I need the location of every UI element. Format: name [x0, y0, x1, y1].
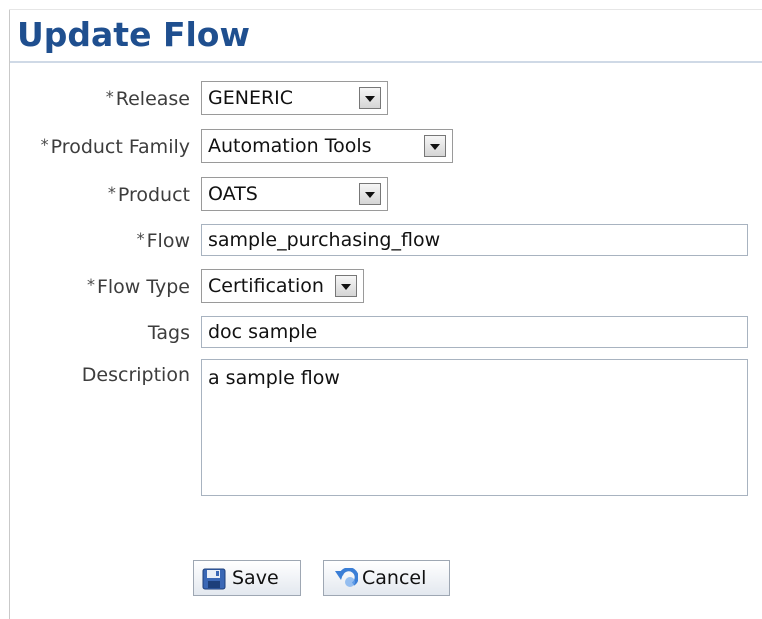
cancel-button-label: Cancel [362, 567, 427, 589]
save-button[interactable]: Save [193, 560, 301, 596]
save-button-label: Save [232, 567, 279, 589]
product-label-text: Product [117, 184, 190, 206]
product-select[interactable]: OATS [201, 177, 388, 211]
dropdown-arrow-icon[interactable] [359, 183, 381, 205]
product-family-select[interactable]: Automation Tools [201, 129, 453, 163]
release-label-text: Release [115, 88, 190, 110]
required-marker: * [40, 135, 49, 154]
page-title: Update Flow [17, 15, 250, 54]
flow-label: * Flow [137, 229, 190, 254]
flow-type-label: * Flow Type [87, 275, 190, 300]
required-marker: * [105, 87, 114, 106]
undo-arrow-icon [332, 567, 359, 589]
flow-type-select[interactable]: Certification [201, 269, 364, 303]
release-select-value: GENERIC [208, 87, 294, 109]
tags-input[interactable]: doc sample [201, 316, 748, 348]
dropdown-arrow-icon[interactable] [424, 135, 446, 157]
product-family-label: * Product Family [41, 135, 190, 160]
release-select[interactable]: GENERIC [201, 81, 388, 115]
product-family-label-text: Product Family [50, 136, 190, 158]
panel-left-border [9, 9, 10, 619]
flow-label-text: Flow [146, 230, 190, 252]
flow-type-select-value: Certification [208, 275, 324, 297]
release-label: * Release [106, 87, 190, 112]
cancel-button[interactable]: Cancel [323, 560, 450, 596]
flow-input[interactable]: sample_purchasing_flow [201, 224, 748, 256]
title-divider [10, 61, 762, 63]
panel-top-border [9, 9, 762, 10]
dropdown-arrow-icon[interactable] [335, 275, 357, 297]
description-label: Description [81, 364, 190, 386]
floppy-disk-icon [202, 567, 226, 590]
product-label: * Product [108, 183, 190, 208]
required-marker: * [136, 229, 145, 248]
product-select-value: OATS [208, 183, 258, 205]
product-family-select-value: Automation Tools [208, 135, 372, 157]
required-marker: * [86, 275, 95, 294]
description-textarea[interactable]: a sample flow [201, 359, 748, 496]
flow-type-label-text: Flow Type [96, 276, 190, 298]
update-flow-panel: Update Flow * Release GENERIC * Product Fa… [0, 0, 762, 619]
required-marker: * [107, 183, 116, 202]
dropdown-arrow-icon[interactable] [359, 87, 381, 109]
tags-label: Tags [147, 322, 190, 344]
